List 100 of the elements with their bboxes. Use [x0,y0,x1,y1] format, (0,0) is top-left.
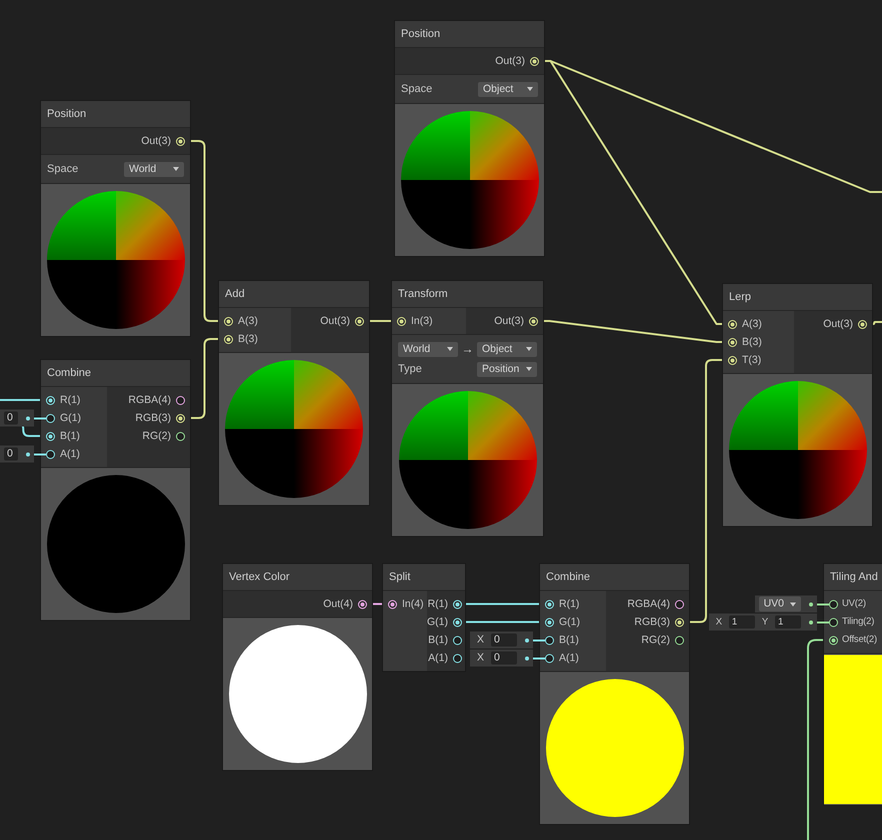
port-connector[interactable] [545,618,554,626]
port-label: Offset(2) [842,635,877,645]
port-label: RGB(3) [135,412,171,424]
dropdown[interactable]: Position [477,362,537,376]
node-title: Combine [546,572,590,582]
port-label: A(1) [428,652,448,664]
connector-dot [26,452,30,456]
caret-icon [526,347,532,351]
port-label: B(1) [428,634,448,646]
port-connector[interactable] [224,334,233,344]
port-connector[interactable] [355,316,364,326]
connector-line [34,453,46,455]
port-label: In(4) [402,598,424,610]
dropdown[interactable]: World [124,162,184,176]
port-label: A(3) [742,318,762,330]
port-label: A(1) [559,652,579,664]
port-label: RGBA(4) [627,598,670,610]
port-connector[interactable] [728,338,737,346]
field-label: Space [47,164,78,174]
node-title: Lerp [729,292,752,302]
port-label: R(1) [559,598,580,610]
value-field[interactable]: 0 [4,448,18,460]
connector-dot [26,416,30,420]
node-title: Transform [398,288,448,300]
port-connector[interactable] [829,618,838,626]
port-label: B(3) [742,336,762,348]
connector-line [533,657,545,659]
port-label: B(3) [238,334,258,344]
port-connector[interactable] [829,600,838,608]
port-connector[interactable] [176,432,185,440]
port-connector[interactable] [453,600,462,608]
port-label: UV(2) [842,599,866,609]
port-connector[interactable] [176,396,185,404]
port-connector[interactable] [46,396,55,404]
port-connector[interactable] [176,136,185,146]
axis-label: X [714,617,723,627]
axis-label: Y [760,617,769,627]
port-connector[interactable] [545,654,554,662]
port-label: T(3) [742,354,762,366]
port-connector[interactable] [46,432,55,440]
value-field[interactable]: 1 [775,616,801,628]
node-title: Combine [47,368,92,378]
port-connector[interactable] [675,636,684,644]
caret-icon [173,167,179,171]
port-label: R(1) [60,394,80,406]
port-label: Out(3) [320,316,350,326]
port-connector[interactable] [397,316,406,326]
port-label: B(1) [559,634,579,646]
port-connector[interactable] [545,600,554,608]
dropdown[interactable]: UV0 [758,596,801,612]
port-connector[interactable] [358,600,367,608]
value-field[interactable]: 0 [4,412,18,424]
port-label: In(3) [411,316,433,326]
node-title: Add [225,288,245,300]
port-connector[interactable] [529,316,538,326]
port-connector[interactable] [388,600,397,608]
node-title: Position [401,28,440,40]
connector-line [817,603,829,605]
axis-label: X [476,634,485,646]
port-label: G(1) [60,412,81,424]
port-connector[interactable] [224,316,233,326]
port-connector[interactable] [453,654,462,662]
field-label: Type [398,364,422,374]
port-connector[interactable] [675,618,684,626]
value-field[interactable]: 0 [491,634,517,646]
port-connector[interactable] [545,636,554,644]
dropdown[interactable]: Object [477,342,537,356]
connector-dot [525,638,529,642]
port-connector[interactable] [858,320,867,328]
field-label: Space [401,84,432,94]
port-label: Out(3) [495,56,525,66]
port-connector[interactable] [453,618,462,626]
port-label: Out(3) [141,136,171,146]
port-label: A(1) [60,448,80,460]
port-connector[interactable] [176,414,185,422]
dropdown[interactable]: World [398,342,458,356]
caret-icon [790,602,796,606]
value-field[interactable]: 1 [728,616,755,628]
connector-line [817,621,829,623]
connector-line [533,639,545,641]
port-connector[interactable] [453,636,462,644]
port-connector[interactable] [728,356,737,364]
dropdown[interactable]: Object [478,82,538,96]
port-connector[interactable] [46,414,55,422]
port-label: Out(4) [323,598,353,610]
node-title: Vertex Color [229,572,290,582]
connector-dot [809,620,813,624]
port-connector[interactable] [530,56,539,66]
port-label: Tiling(2) [842,617,874,627]
caret-icon [527,87,533,91]
port-connector[interactable] [728,320,737,328]
connector-dot [525,656,529,660]
port-connector[interactable] [46,450,55,458]
value-field[interactable]: 0 [491,652,517,664]
port-connector[interactable] [675,600,684,608]
node-title: Split [389,572,410,582]
port-label: A(3) [238,316,258,326]
port-connector[interactable] [829,636,838,644]
port-label: G(1) [559,616,580,628]
node-title: Position [47,108,86,120]
